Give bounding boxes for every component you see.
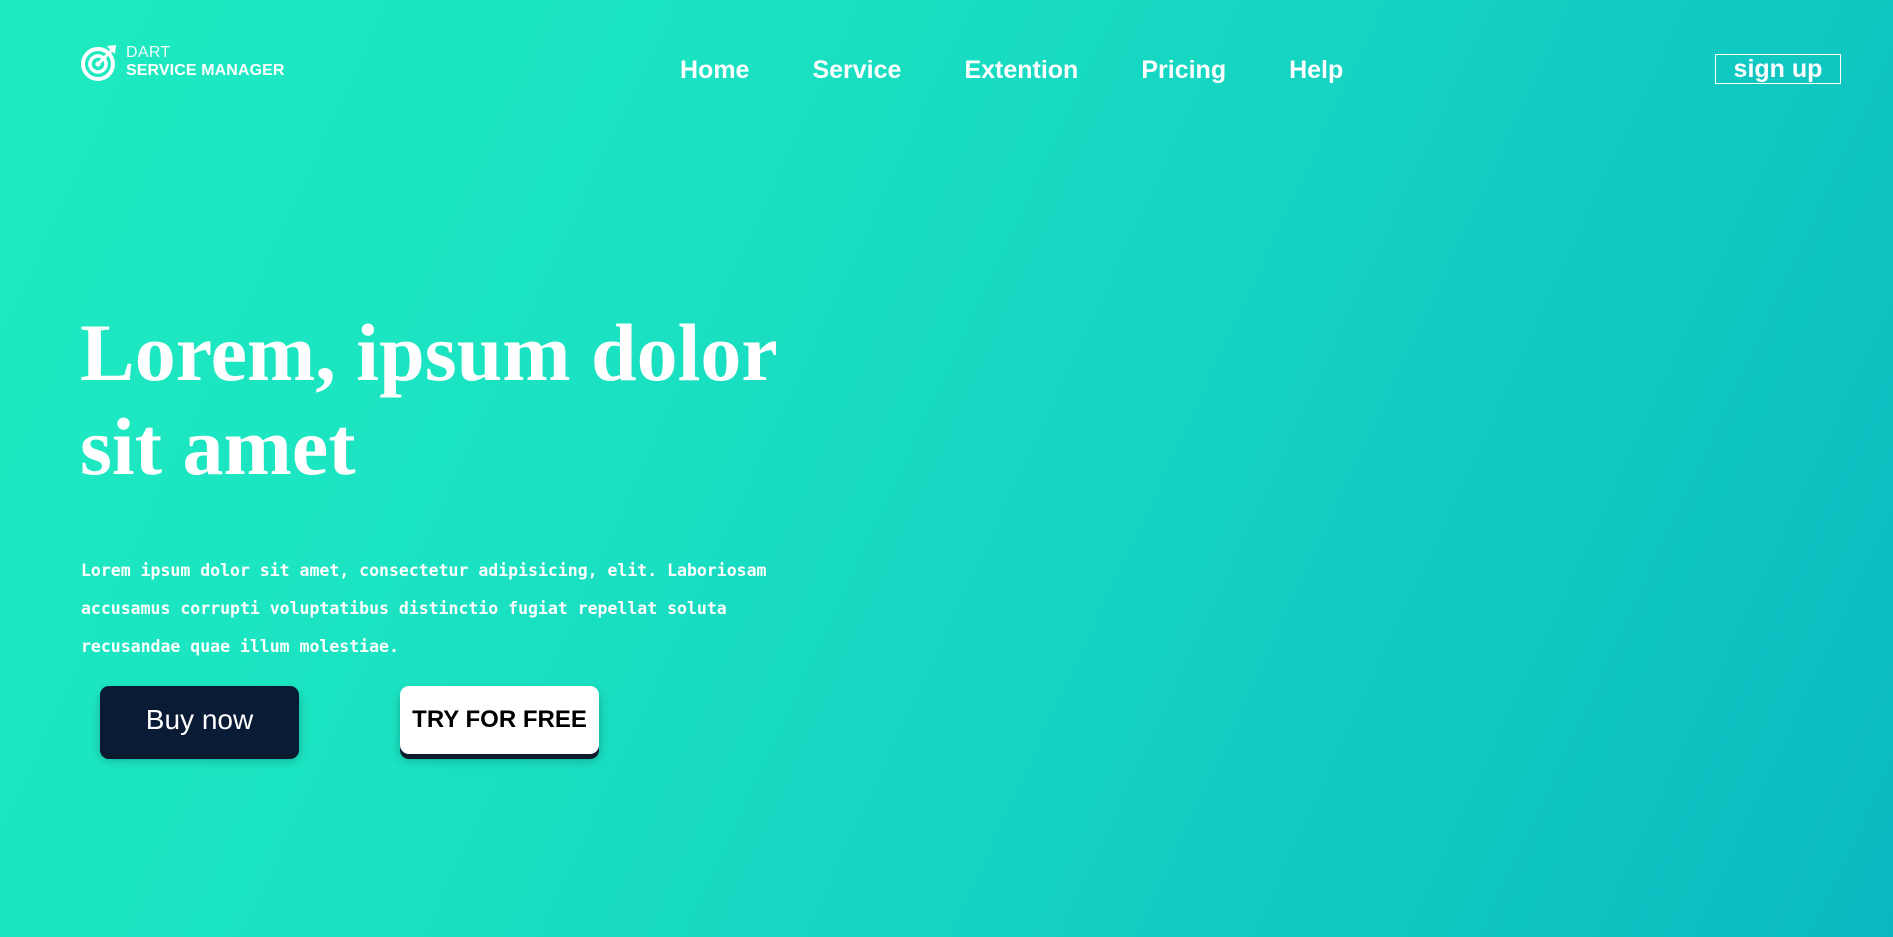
logo-brand-line: DART bbox=[126, 44, 171, 61]
nav-link-service[interactable]: Service bbox=[812, 56, 901, 84]
try-for-free-button[interactable]: TRY FOR FREE bbox=[400, 686, 599, 754]
hero-description: Lorem ipsum dolor sit amet, consectetur … bbox=[81, 561, 767, 656]
logo[interactable]: DART SERVICE MANAGER bbox=[80, 42, 349, 82]
main-nav: Home Service Extention Pricing Help bbox=[680, 56, 1343, 84]
hero-title: Lorem, ipsum dolor sit amet bbox=[80, 307, 777, 492]
logo-product-line: SERVICE MANAGER bbox=[126, 63, 285, 79]
logo-text: DART SERVICE MANAGER bbox=[126, 45, 349, 79]
nav-link-home[interactable]: Home bbox=[680, 56, 749, 84]
sign-up-button[interactable]: sign up bbox=[1715, 54, 1841, 84]
nav-link-extention[interactable]: Extention bbox=[964, 56, 1078, 84]
target-arrow-icon bbox=[81, 45, 116, 81]
buy-now-button[interactable]: Buy now bbox=[100, 686, 299, 754]
nav-link-help[interactable]: Help bbox=[1289, 56, 1343, 84]
nav-link-pricing[interactable]: Pricing bbox=[1141, 56, 1226, 84]
